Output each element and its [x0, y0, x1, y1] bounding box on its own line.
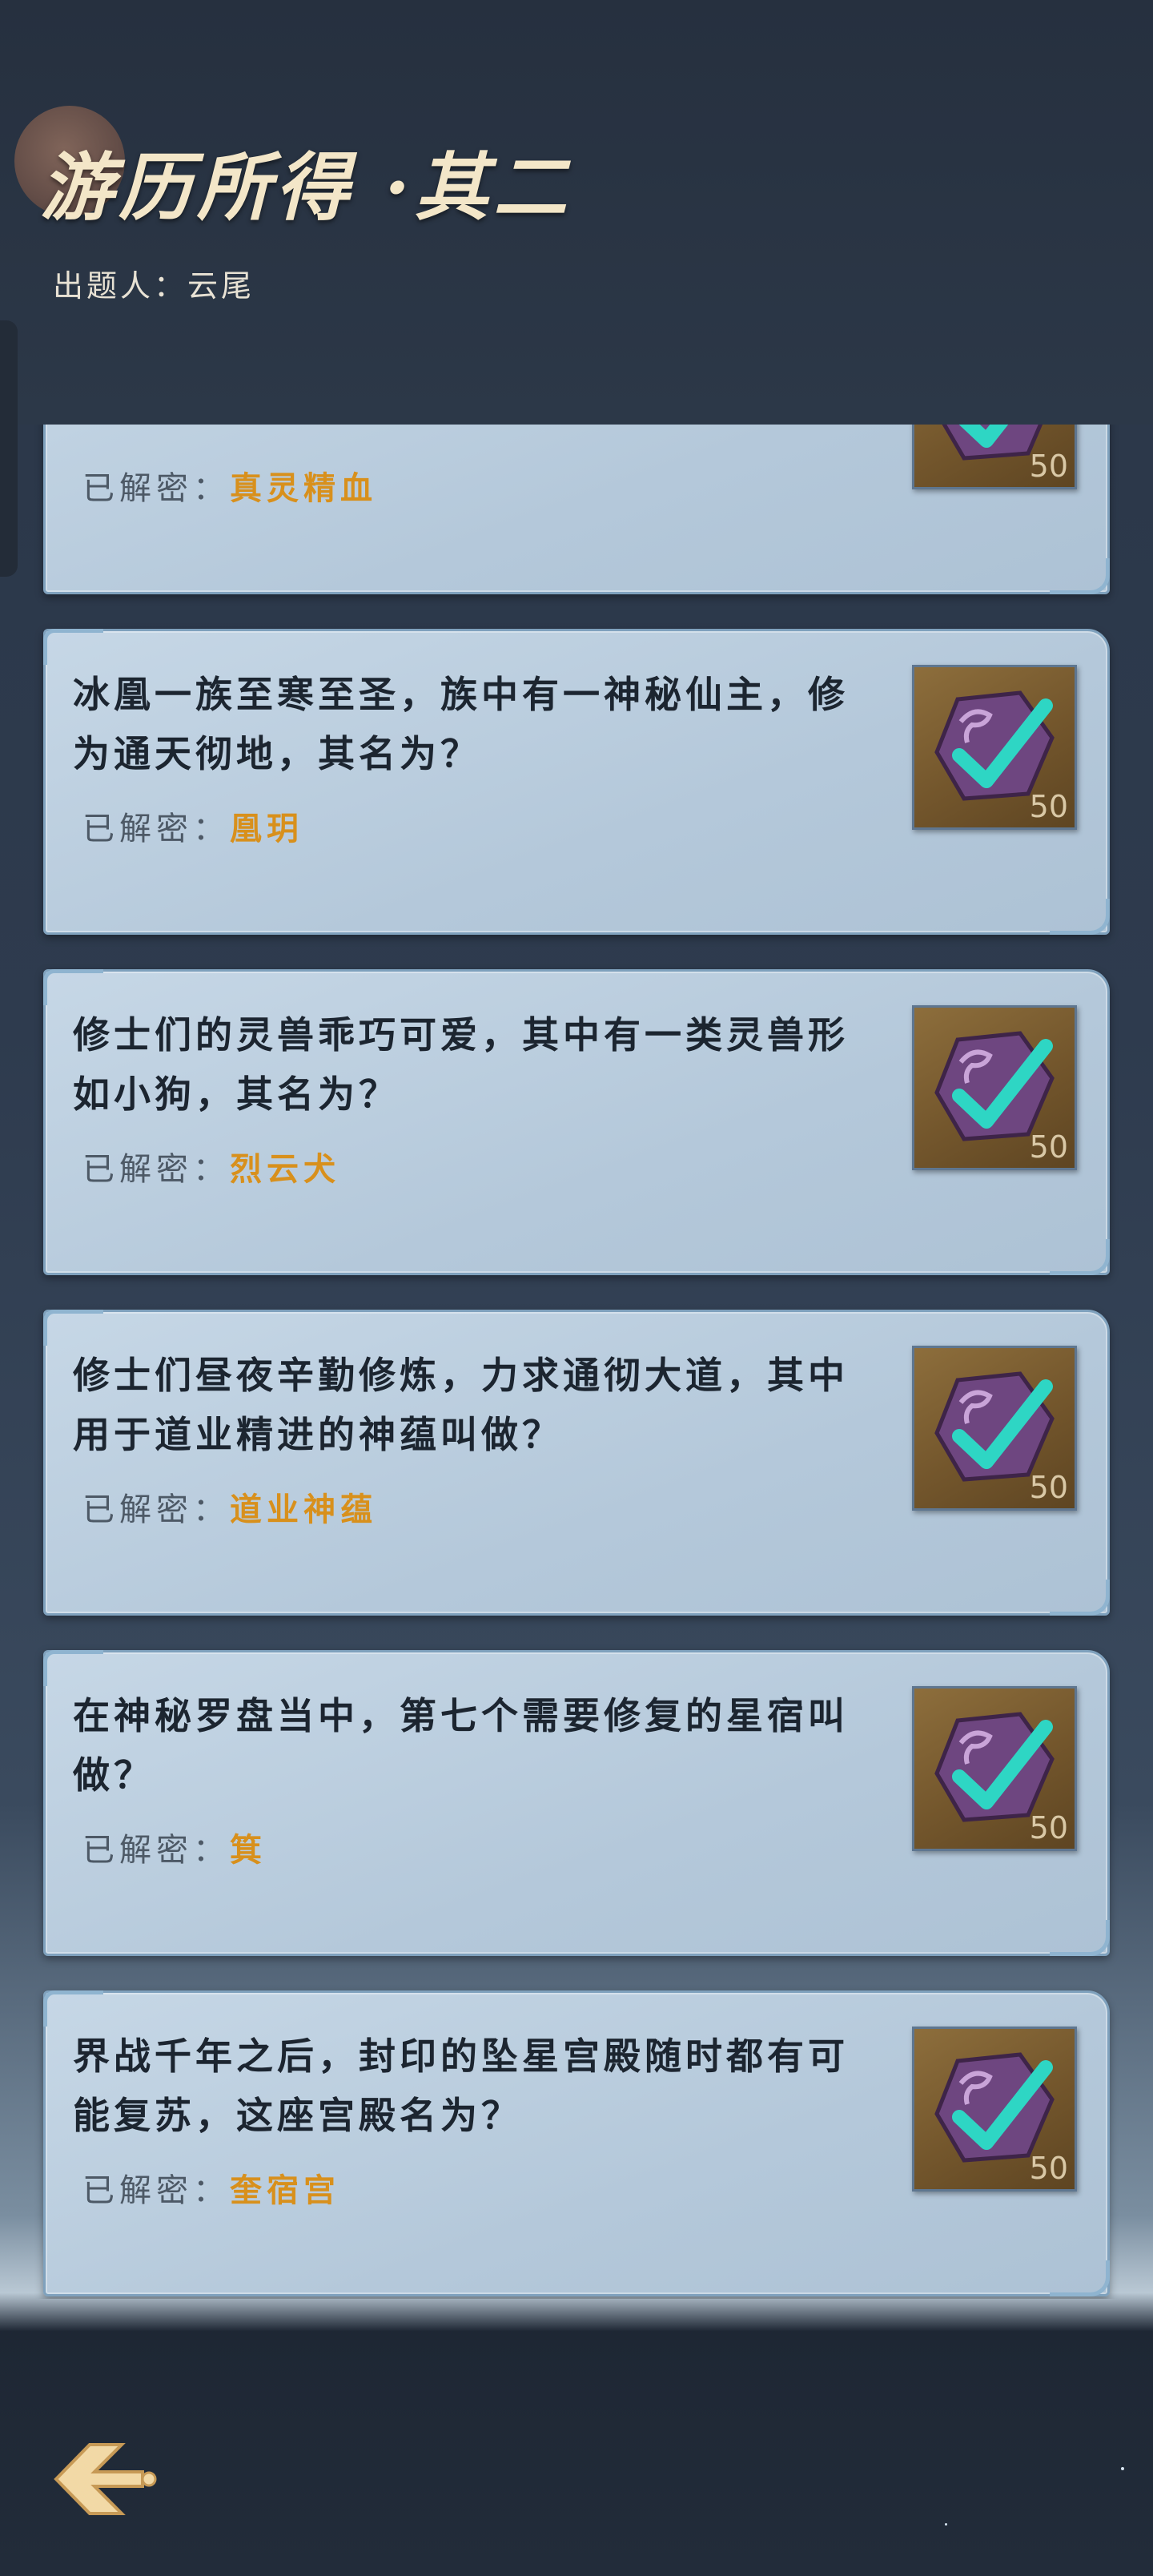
answer-label: 已解密： [82, 811, 230, 847]
riddle-answer: 已解密：真灵精血 [82, 462, 377, 509]
riddle-answer: 已解密：烈云犬 [82, 1143, 340, 1189]
riddle-question: 修士们昼夜辛勤修炼，力求通彻大道，其中用于道业精进的神蕴叫做？ [73, 1354, 849, 1456]
answer-value: 烈云犬 [230, 1150, 340, 1188]
answer-label: 已解密： [82, 2172, 230, 2209]
riddle-question: 冰凰一族至寒至圣，族中有一神秘仙主，修为通天彻地，其名为？ [73, 673, 849, 775]
back-button[interactable] [48, 2435, 160, 2523]
riddle-list[interactable]: 已解密：真灵精血 50 冰凰一族至寒至圣，族中有一神秘仙主，修为通天彻地，其名为… [0, 425, 1153, 2299]
riddle-answer: 已解密：箕 [82, 1824, 267, 1870]
reward-badge[interactable]: 50 [912, 665, 1077, 830]
reward-amount: 50 [1029, 2151, 1068, 2186]
answer-label: 已解密： [82, 1832, 230, 1869]
author-label: 出题人： [53, 268, 188, 304]
author-line: 出题人：云尾 [53, 261, 255, 305]
reward-badge[interactable]: 50 [912, 1686, 1077, 1851]
page-header: 游历所得 ·其二 出题人：云尾 [0, 0, 1153, 425]
answer-value: 奎宿宫 [230, 2171, 340, 2209]
author-name: 云尾 [187, 268, 255, 304]
reward-badge[interactable]: 50 [912, 1346, 1077, 1511]
reward-badge[interactable]: 50 [912, 425, 1077, 489]
reward-amount: 50 [1029, 789, 1068, 824]
answer-value: 凰玥 [230, 810, 303, 847]
reward-amount: 50 [1029, 1129, 1068, 1165]
reward-amount: 50 [1029, 1470, 1068, 1505]
reward-badge[interactable]: 50 [912, 2027, 1077, 2192]
riddle-question: 界战千年之后，封印的坠星宫殿随时都有可能复苏，这座宫殿名为？ [73, 2035, 849, 2137]
riddle-card: 已解密：真灵精血 50 [43, 425, 1110, 594]
answer-value: 道业神蕴 [230, 1491, 377, 1528]
riddle-card: 修士们昼夜辛勤修炼，力求通彻大道，其中用于道业精进的神蕴叫做？ 已解密：道业神蕴… [43, 1310, 1110, 1616]
riddle-question: 修士们的灵兽乖巧可爱，其中有一类灵兽形如小狗，其名为？ [73, 1013, 849, 1116]
answer-value: 箕 [230, 1831, 267, 1869]
answer-label: 已解密： [82, 470, 230, 507]
page-title: 游历所得 ·其二 [40, 144, 572, 231]
reward-amount: 50 [1029, 449, 1068, 484]
answer-label: 已解密： [82, 1491, 230, 1528]
back-arrow-icon [54, 2443, 157, 2515]
riddle-card: 界战千年之后，封印的坠星宫殿随时都有可能复苏，这座宫殿名为？ 已解密：奎宿宫 5… [43, 1990, 1110, 2296]
side-drawer-handle[interactable] [0, 320, 18, 577]
riddle-answer: 已解密：凰玥 [82, 803, 303, 849]
riddle-answer: 已解密：道业神蕴 [82, 1483, 377, 1530]
riddle-answer: 已解密：奎宿宫 [82, 2164, 340, 2211]
riddle-card: 冰凰一族至寒至圣，族中有一神秘仙主，修为通天彻地，其名为？ 已解密：凰玥 50 [43, 629, 1110, 935]
reward-amount: 50 [1029, 1810, 1068, 1845]
riddle-card: 修士们的灵兽乖巧可爱，其中有一类灵兽形如小狗，其名为？ 已解密：烈云犬 50 [43, 969, 1110, 1275]
answer-value: 真灵精血 [230, 469, 377, 507]
reward-badge[interactable]: 50 [912, 1005, 1077, 1170]
answer-label: 已解密： [82, 1151, 230, 1188]
riddle-question: 在神秘罗盘当中，第七个需要修复的星宿叫做？ [73, 1694, 849, 1797]
riddle-card: 在神秘罗盘当中，第七个需要修复的星宿叫做？ 已解密：箕 50 [43, 1650, 1110, 1956]
